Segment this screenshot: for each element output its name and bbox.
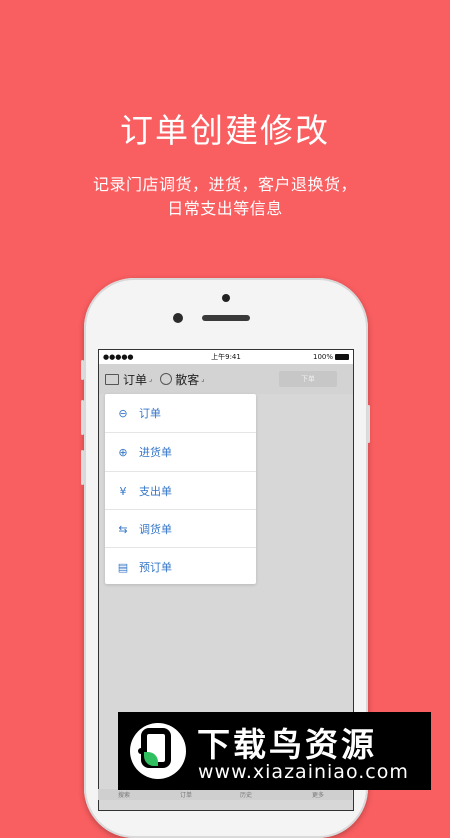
yen-icon: ¥ [119,484,127,498]
customer-selector[interactable]: 散客 [175,371,199,388]
nav-bar: 订单 ⌟ 散客 ⌟ 下单 [99,364,353,394]
watermark-banner: 下载鸟资源 www.xiazainiao.com [118,712,431,790]
order-type-menu: ⊖ 订单 ⊕ 进货单 ¥ 支出单 ⇆ 调货单 ▤ 预订单 [105,394,256,584]
front-camera [222,294,230,302]
side-button [81,450,84,485]
menu-item-label: 订单 [139,407,161,420]
tab-more[interactable]: 更多 [312,790,324,799]
watermark-url: www.xiazainiao.com [198,761,409,783]
hero-subtitle-line-2: 日常支出等信息 [167,199,283,218]
tab-bar: 搜索 订单 历史 更多 [98,789,352,800]
side-button [81,400,84,435]
order-type-selector[interactable]: 订单 [123,371,147,388]
transfer-icon: ⇆ [118,522,128,536]
menu-item-stock-in[interactable]: ⊕ 进货单 [105,433,256,471]
person-icon [160,373,173,385]
menu-item-label: 进货单 [139,446,172,459]
side-button [367,405,370,443]
chevron-down-icon: ⌟ [149,375,153,383]
status-bar: ●●●●● 上午9:41 100% [99,350,353,364]
tab-search[interactable]: 搜索 [118,790,130,799]
place-order-button[interactable]: 下单 [279,371,337,387]
sensor [173,313,183,323]
hero-title: 订单创建修改 [120,111,330,150]
menu-item-expense[interactable]: ¥ 支出单 [105,472,256,510]
menu-item-transfer[interactable]: ⇆ 调货单 [105,510,256,548]
tab-orders[interactable]: 订单 [180,790,192,799]
menu-item-label: 预订单 [139,561,172,574]
document-icon: ▤ [117,560,129,574]
status-time: 上午9:41 [211,353,241,361]
menu-item-preorder[interactable]: ▤ 预订单 [105,548,256,586]
watermark-brand: 下载鸟资源 [197,725,377,764]
hero-subtitle-line-1: 记录门店调货，进货，客户退换货， [92,175,357,194]
menu-item-label: 调货单 [139,523,172,536]
menu-item-order[interactable]: ⊖ 订单 [105,394,256,432]
order-icon: ⊖ [118,406,128,420]
earpiece-speaker [202,315,250,321]
chevron-down-icon: ⌟ [201,375,205,383]
side-button [81,360,84,380]
tab-history[interactable]: 历史 [240,790,252,799]
stock-in-icon: ⊕ [118,445,128,459]
menu-item-label: 支出单 [139,485,172,498]
folder-icon [105,373,119,385]
